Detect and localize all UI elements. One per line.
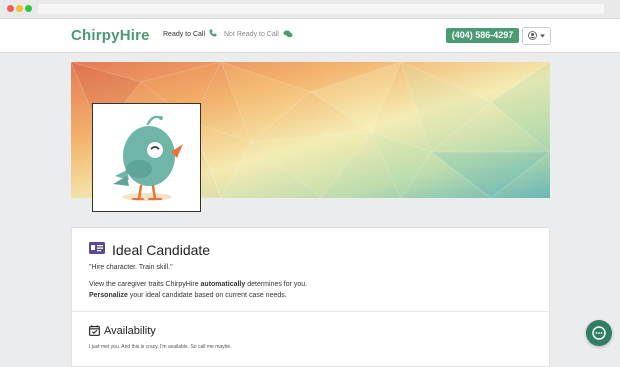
ideal-candidate-title: Ideal Candidate xyxy=(112,242,211,258)
chat-icon xyxy=(592,326,606,340)
tagline-quote: "Hire character. Train skill." xyxy=(89,264,173,271)
maximize-window-icon[interactable] xyxy=(25,5,32,12)
bird-logo-icon xyxy=(113,115,183,201)
availability-title: Availability xyxy=(104,325,156,337)
brand-logo[interactable]: ChirpyHire xyxy=(71,27,150,44)
desc-line1-pre: View the caregiver traits ChirpyHire xyxy=(89,281,201,288)
phone-icon xyxy=(209,29,217,37)
section-divider xyxy=(72,311,549,312)
desc-line2-bold: Personalize xyxy=(89,292,128,299)
id-card-icon xyxy=(89,242,105,254)
desc-line1-post: determines for you. xyxy=(245,281,308,288)
minimize-window-icon[interactable] xyxy=(16,5,23,12)
chat-bubbles-icon xyxy=(283,30,293,38)
chat-widget-button[interactable] xyxy=(586,320,612,346)
ideal-candidate-description: View the caregiver traits ChirpyHire aut… xyxy=(89,279,529,301)
browser-chrome xyxy=(0,0,620,19)
address-bar[interactable] xyxy=(38,4,604,14)
not-ready-to-call-link[interactable]: Not Ready to Call xyxy=(224,31,279,38)
user-menu-dropdown[interactable] xyxy=(522,27,551,45)
close-window-icon[interactable] xyxy=(7,5,14,12)
desc-line2-post: your ideal candidate based on current ca… xyxy=(127,292,287,299)
phone-number-button[interactable]: (404) 586-4297 xyxy=(446,28,519,43)
top-navbar: ChirpyHire Ready to Call Not Ready to Ca… xyxy=(0,19,620,53)
desc-line1-bold: automatically xyxy=(200,281,246,288)
calendar-check-icon xyxy=(89,325,100,336)
availability-description: I just met you. And this is crazy. I'm a… xyxy=(89,344,232,350)
ideal-candidate-card: Ideal Candidate "Hire character. Train s… xyxy=(71,227,550,367)
caret-down-icon xyxy=(540,34,545,38)
user-circle-icon xyxy=(528,31,537,40)
company-avatar xyxy=(92,103,201,212)
ready-to-call-link[interactable]: Ready to Call xyxy=(163,31,205,38)
